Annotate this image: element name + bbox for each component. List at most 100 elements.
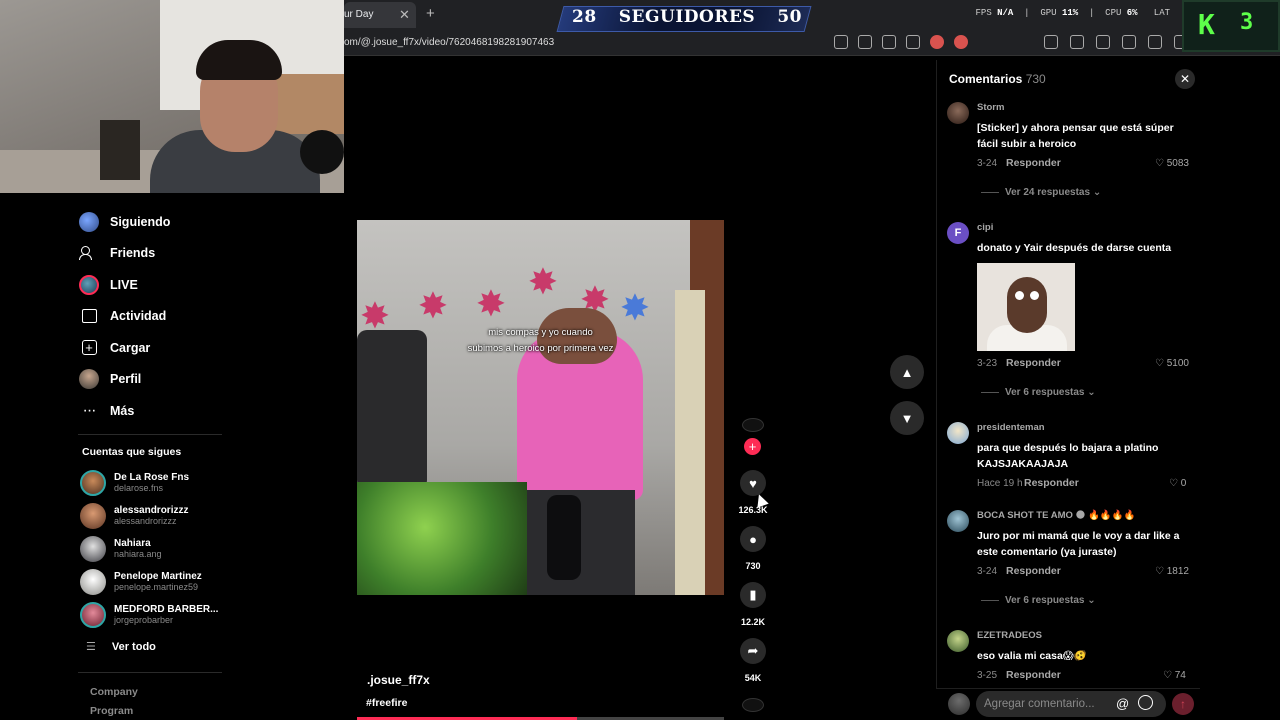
comment-like-button[interactable]: ♡ 1812 bbox=[1155, 566, 1189, 577]
sidebar-item-upload[interactable]: + Cargar bbox=[78, 332, 228, 364]
comment-item: F cipi donato y Yair después de darse cu… bbox=[947, 220, 1197, 405]
previous-video-button[interactable]: ▲ bbox=[890, 355, 924, 389]
kick-counter: K 3 bbox=[1182, 0, 1280, 52]
sound-avatar[interactable] bbox=[742, 698, 764, 712]
brave-shield-icon[interactable] bbox=[930, 35, 944, 49]
brave-rewards-icon[interactable] bbox=[954, 35, 968, 49]
follow-plus-icon[interactable]: + bbox=[744, 438, 761, 455]
wallet-icon[interactable] bbox=[1122, 35, 1136, 49]
reply-button[interactable]: Responder bbox=[1006, 669, 1061, 680]
comment-composer: @ ↑ bbox=[936, 688, 1200, 720]
comment-like-button[interactable]: ♡ 0 bbox=[1169, 478, 1186, 489]
sidebar-divider bbox=[78, 434, 222, 435]
profile-icon bbox=[78, 368, 100, 390]
comment-sticker-image[interactable] bbox=[977, 263, 1075, 351]
account-handle: delarose.fns bbox=[114, 483, 164, 493]
live-icon bbox=[78, 274, 100, 296]
reply-button[interactable]: Responder bbox=[1006, 157, 1061, 169]
mention-icon[interactable]: @ bbox=[1116, 696, 1129, 711]
reply-button[interactable]: Responder bbox=[1006, 565, 1061, 577]
avatar[interactable] bbox=[947, 422, 969, 444]
sidebar-icon[interactable] bbox=[1096, 35, 1110, 49]
reader-mode-icon[interactable] bbox=[834, 35, 848, 49]
url-text[interactable]: om/@.josue_ff7x/video/762046819828190746… bbox=[344, 37, 554, 48]
upload-icon: + bbox=[78, 337, 100, 359]
cpu-label: CPU bbox=[1105, 8, 1122, 18]
followers-current: 28 bbox=[572, 7, 597, 27]
view-replies-button[interactable]: Ver 6 respuestas ⌄ bbox=[981, 595, 1096, 606]
following-account[interactable]: Penelope Martinez penelope.martinez59 bbox=[80, 565, 230, 598]
avatar[interactable] bbox=[947, 102, 969, 124]
avatar[interactable]: F bbox=[947, 222, 969, 244]
comment-username[interactable]: Storm bbox=[977, 102, 1004, 113]
following-account[interactable]: MEDFORD BARBER... jorgeprobarber bbox=[80, 598, 230, 631]
webcam-dresser bbox=[268, 74, 344, 134]
footer-link-program[interactable]: Program bbox=[90, 705, 133, 717]
comment-username[interactable]: cipi bbox=[977, 222, 993, 233]
star-ornament-icon: ✸ bbox=[417, 285, 449, 326]
share-count: 54K bbox=[744, 673, 762, 683]
view-replies-button[interactable]: Ver 24 respuestas ⌄ bbox=[981, 187, 1101, 198]
view-replies-label: Ver 24 respuestas bbox=[1005, 187, 1091, 198]
video-microphone bbox=[547, 495, 581, 580]
reply-button[interactable]: Responder bbox=[1006, 357, 1061, 369]
following-account[interactable]: alessandrorizzz alessandrorizzz bbox=[80, 499, 230, 532]
send-comment-button[interactable]: ↑ bbox=[1172, 693, 1194, 715]
see-all-button[interactable]: ☰ Ver todo bbox=[86, 640, 156, 654]
share-icon[interactable] bbox=[906, 35, 920, 49]
followers-target: 50 bbox=[777, 7, 802, 27]
close-tab-icon[interactable]: ✕ bbox=[399, 7, 410, 23]
reply-button[interactable]: Responder bbox=[1024, 477, 1079, 489]
following-account[interactable]: De La Rose Fns delarose.fns bbox=[80, 466, 230, 499]
browser-tab[interactable]: ur Day ✕ bbox=[344, 2, 416, 28]
comment-like-button[interactable]: ♡ 74 bbox=[1163, 670, 1186, 680]
sidebar-item-label: Perfil bbox=[110, 372, 142, 387]
video-author[interactable]: .josue_ff7x bbox=[367, 673, 430, 687]
account-name: Penelope Martinez bbox=[114, 571, 202, 582]
sidebar-item-live[interactable]: LIVE bbox=[78, 269, 228, 301]
comment-like-button[interactable]: ♡ 5100 bbox=[1155, 358, 1189, 369]
cast-icon[interactable] bbox=[882, 35, 896, 49]
avatar bbox=[948, 693, 970, 715]
sidebar-item-following[interactable]: Siguiendo bbox=[78, 206, 228, 238]
share-button[interactable]: ➦ bbox=[740, 638, 766, 664]
new-tab-button[interactable]: + bbox=[426, 5, 435, 22]
account-name: MEDFORD BARBER... bbox=[114, 604, 219, 615]
translate-icon[interactable] bbox=[858, 35, 872, 49]
media-icon[interactable] bbox=[1070, 35, 1084, 49]
sidebar-item-activity[interactable]: Actividad bbox=[78, 301, 228, 333]
emoji-icon[interactable] bbox=[1138, 695, 1153, 710]
comment-username[interactable]: BOCA SHOT TE AMO 🌑 🔥🔥🔥🔥 bbox=[977, 510, 1135, 521]
save-button[interactable]: ▮ bbox=[740, 582, 766, 608]
sticker-face bbox=[1007, 277, 1047, 333]
following-account[interactable]: Nahiara nahiara.ang bbox=[80, 532, 230, 565]
extensions-icon[interactable] bbox=[1148, 35, 1162, 49]
footer-link-company[interactable]: Company bbox=[90, 686, 138, 698]
comment-username[interactable]: presidenteman bbox=[977, 422, 1045, 433]
sidebar-item-friends[interactable]: Friends bbox=[78, 238, 228, 270]
sidebar-item-profile[interactable]: Perfil bbox=[78, 364, 228, 396]
avatar[interactable] bbox=[947, 630, 969, 652]
video-caption: mis compas y yo cuando subimos a heroico… bbox=[453, 325, 628, 357]
comment-username[interactable]: EZETRADEOS bbox=[977, 630, 1042, 641]
video-player[interactable]: ✸ ✸ ✸ ✸ ✸ ✸ mis compas y yo cuando subim… bbox=[357, 220, 724, 595]
webcam-overlay bbox=[0, 0, 344, 193]
sidebar-item-more[interactable]: ··· Más bbox=[78, 395, 228, 427]
account-name: alessandrorizzz bbox=[114, 505, 189, 516]
account-name: Nahiara bbox=[114, 538, 151, 549]
comment-like-button[interactable]: ♡ 5083 bbox=[1155, 158, 1189, 169]
heart-icon: ♡ bbox=[1155, 158, 1167, 169]
comment-like-count: 5083 bbox=[1166, 158, 1189, 169]
toolbar-actions bbox=[1044, 35, 1188, 49]
view-replies-button[interactable]: Ver 6 respuestas ⌄ bbox=[981, 387, 1096, 398]
creator-avatar[interactable] bbox=[742, 418, 764, 432]
comment-button[interactable]: ● bbox=[740, 526, 766, 552]
screenshot-icon[interactable] bbox=[1044, 35, 1058, 49]
comment-item: BOCA SHOT TE AMO 🌑 🔥🔥🔥🔥 Juro por mi mamá… bbox=[947, 508, 1197, 618]
next-video-button[interactable]: ▼ bbox=[890, 401, 924, 435]
address-bar[interactable]: om/@.josue_ff7x/video/762046819828190746… bbox=[344, 30, 1280, 56]
video-hashtag[interactable]: #freefire bbox=[366, 697, 407, 709]
account-handle: alessandrorizzz bbox=[114, 516, 177, 526]
close-comments-button[interactable]: ✕ bbox=[1175, 69, 1195, 89]
avatar[interactable] bbox=[947, 510, 969, 532]
